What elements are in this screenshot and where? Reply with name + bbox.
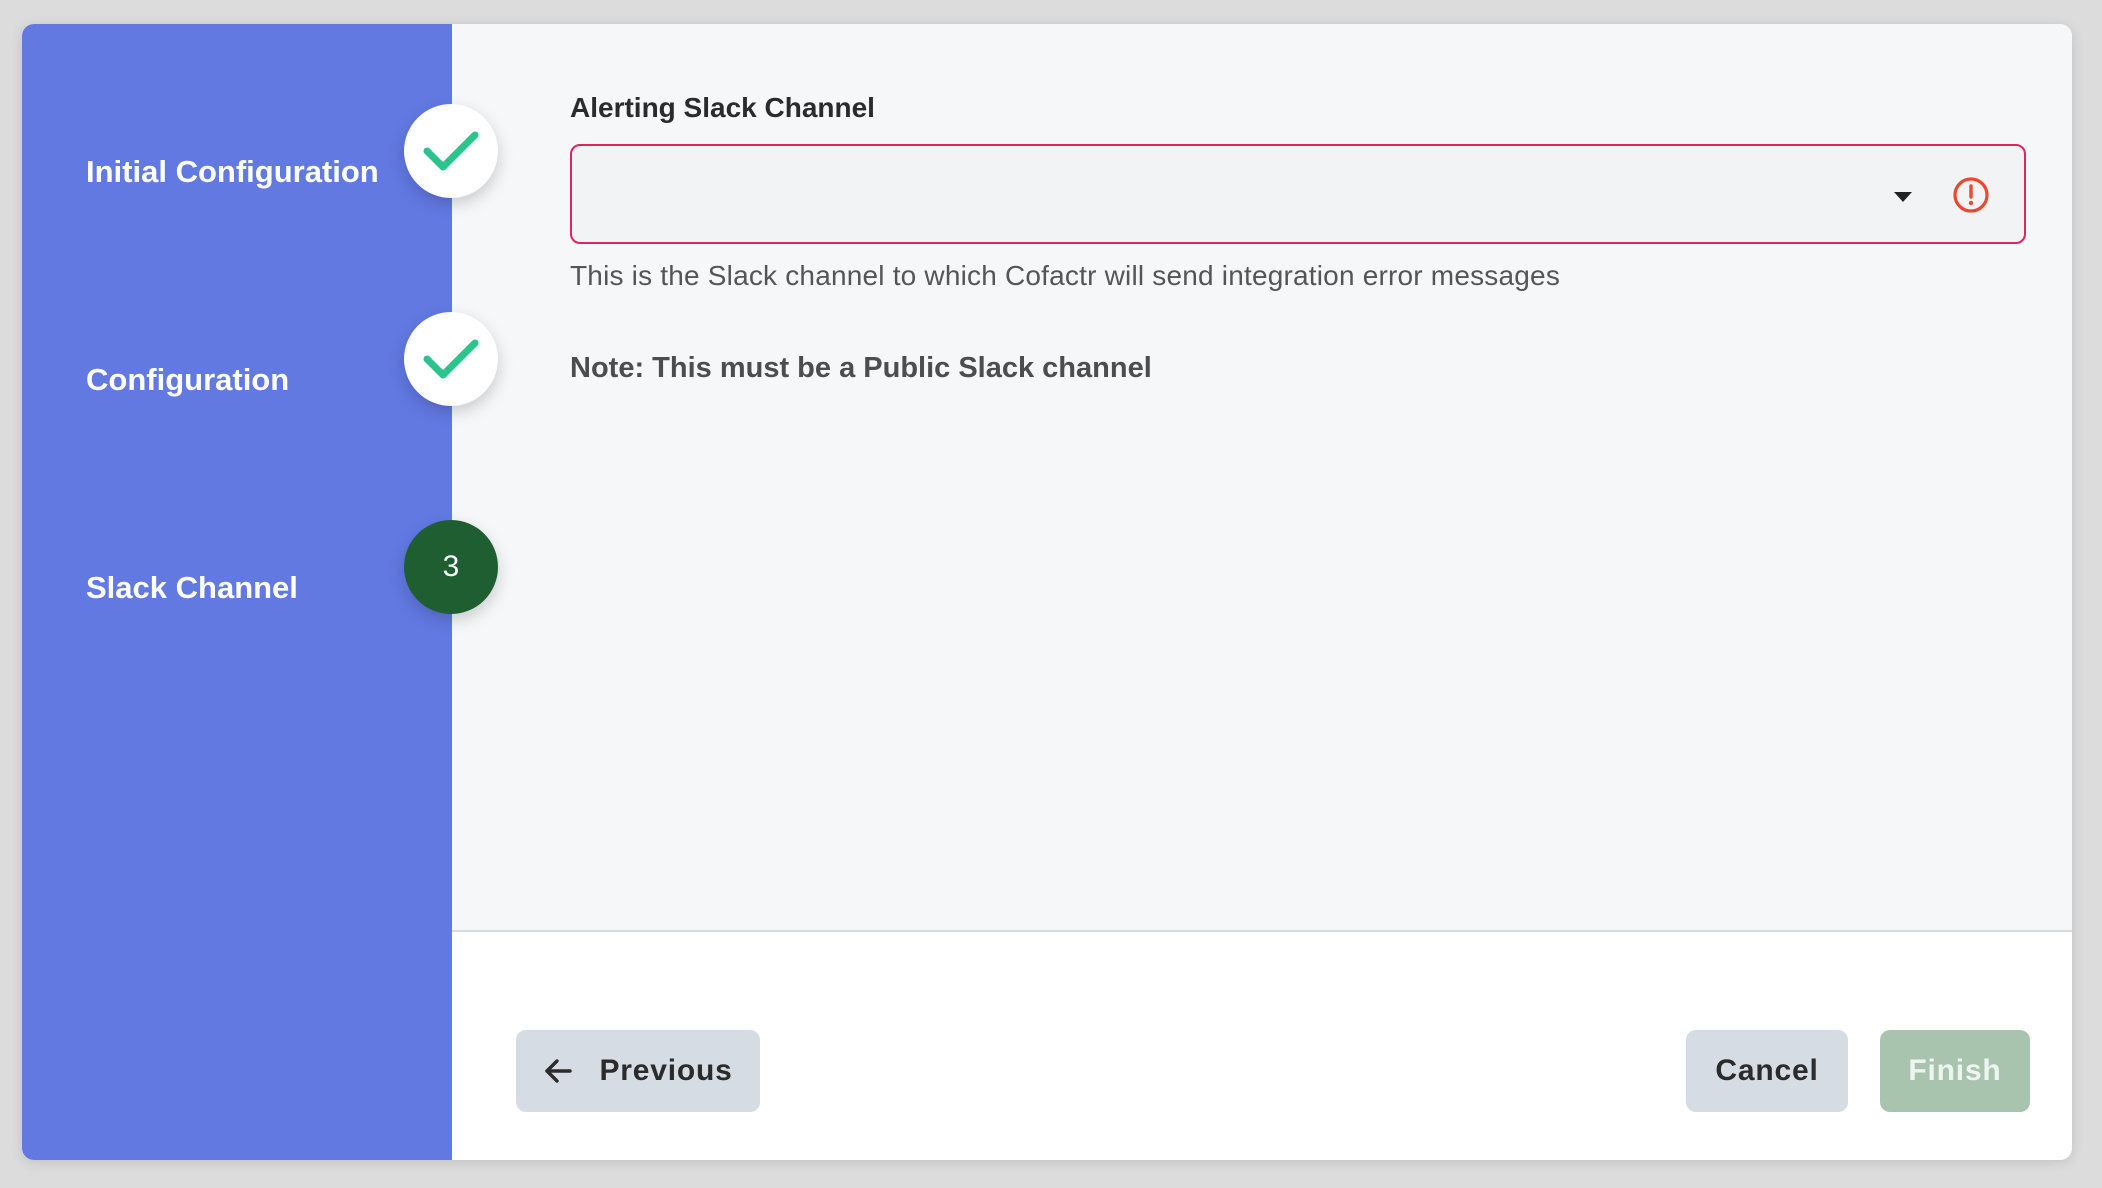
check-icon [423, 339, 479, 379]
dropdown-caret-icon[interactable] [1894, 192, 1912, 202]
arrow-left-icon [545, 1059, 573, 1083]
steps-sidebar: Initial Configuration Configuration Slac… [22, 24, 452, 1160]
check-icon [423, 131, 479, 171]
previous-button[interactable]: Previous [516, 1030, 760, 1112]
field-helper-text: This is the Slack channel to which Cofac… [570, 260, 1561, 291]
wizard-modal: Initial Configuration Configuration Slac… [22, 24, 2072, 1160]
step-label-initial-configuration[interactable]: Initial Configuration [86, 152, 379, 192]
previous-button-label: Previous [599, 1054, 733, 1087]
wizard-footer: Previous Cancel Finish [452, 932, 2072, 1160]
finish-button-label: Finish [1908, 1054, 2002, 1087]
cancel-button[interactable]: Cancel [1686, 1030, 1848, 1112]
step-2-complete-indicator [404, 312, 498, 406]
step-label-slack-channel[interactable]: Slack Channel [86, 568, 298, 608]
form-content: Alerting Slack Channel This is the Slack… [452, 24, 2072, 932]
step-3-active-indicator: 3 [404, 520, 498, 614]
step-label-configuration[interactable]: Configuration [86, 360, 289, 400]
finish-button[interactable]: Finish [1880, 1030, 2030, 1112]
cancel-button-label: Cancel [1715, 1054, 1819, 1087]
step-1-complete-indicator [404, 104, 498, 198]
slack-channel-select[interactable] [570, 144, 2026, 244]
public-channel-note: Note: This must be a Public Slack channe… [570, 352, 1152, 384]
step-number: 3 [442, 550, 460, 583]
field-label-alerting-slack-channel: Alerting Slack Channel [570, 92, 875, 123]
error-alert-icon [1953, 177, 1989, 213]
